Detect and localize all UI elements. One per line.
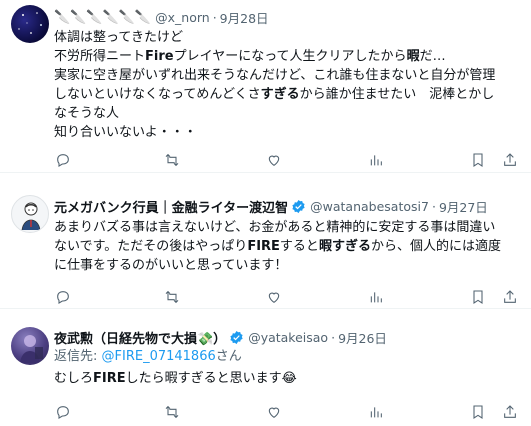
highlighted-text: FIRE bbox=[247, 239, 280, 254]
separator-dot: · bbox=[431, 198, 436, 214]
tweet-2[interactable]: 元メガバンク行員｜金融ライター渡辺智 @watanabesatosi7 · 9月… bbox=[0, 173, 531, 309]
share-icon[interactable] bbox=[501, 288, 519, 306]
username[interactable]: @yatakeisao bbox=[248, 330, 328, 345]
tweet-line: しないといけなくなってめんどくさすぎるから誰か住ませたい 泥棒とかし bbox=[54, 85, 524, 104]
share-icon[interactable] bbox=[501, 403, 519, 421]
timestamp[interactable]: 9月28日 bbox=[220, 8, 269, 27]
timestamp[interactable]: 9月27日 bbox=[439, 197, 488, 216]
highlighted-text: 暇すぎる bbox=[318, 239, 371, 254]
verified-badge-icon[interactable] bbox=[291, 199, 306, 214]
highlighted-text: すぎる bbox=[260, 87, 300, 102]
retweet-icon[interactable] bbox=[163, 403, 181, 421]
tweet-line: むしろFIREしたら暇すぎると思います😂 bbox=[54, 369, 524, 388]
text-segment: プレイヤーになって人生クリアしたから bbox=[173, 49, 407, 64]
bookmark-icon[interactable] bbox=[469, 288, 487, 306]
views-icon[interactable] bbox=[367, 151, 385, 169]
username[interactable]: @watanabesatosi7 bbox=[310, 199, 429, 214]
reply-icon[interactable] bbox=[54, 403, 72, 421]
tweet-line: あまりバズる事は言えないけど、お金があると精神的に安定する事は間違い bbox=[54, 218, 524, 237]
tweet-line: に仕事をするのがいいと思っています！ bbox=[54, 256, 524, 275]
retweet-icon[interactable] bbox=[163, 288, 181, 306]
username[interactable]: @x_norn bbox=[155, 10, 210, 25]
text-segment: すると bbox=[279, 239, 319, 254]
avatar-image bbox=[20, 335, 43, 363]
separator-dot: · bbox=[212, 9, 217, 25]
highlighted-text: 暇 bbox=[406, 49, 420, 64]
text-segment: から誰か住ませたい 泥棒とかし bbox=[299, 87, 495, 102]
verified-badge-icon[interactable] bbox=[229, 330, 244, 345]
reply-context: 返信先: @FIRE_07141866さん bbox=[54, 347, 524, 366]
tweet-text: 体調は整ってきたけど 不労所得ニートFireプレイヤーになって人生クリアしたから暇… bbox=[54, 28, 524, 142]
views-icon[interactable] bbox=[367, 288, 385, 306]
text-segment: 不労所得ニート bbox=[54, 49, 146, 64]
tweet-line: 不労所得ニートFireプレイヤーになって人生クリアしたから暇だ… bbox=[54, 47, 524, 66]
reply-icon[interactable] bbox=[54, 288, 72, 306]
text-segment: なそうな人 bbox=[54, 106, 120, 121]
avatar[interactable] bbox=[11, 5, 49, 43]
text-segment: しないといけなくなってめんどくさ bbox=[54, 87, 261, 102]
reply-mention-link[interactable]: @FIRE_07141866 bbox=[102, 349, 216, 364]
highlighted-text: FIRE bbox=[93, 371, 126, 386]
tweet-line: 実家に空き屋がいずれ出来そうなんだけど、これ誰も住まないと自分が管理 bbox=[54, 66, 524, 85]
tweet-line: 知り合いいないよ・・・ bbox=[54, 123, 524, 142]
text-segment: ないです。ただその後はやっぱり bbox=[54, 239, 248, 254]
retweet-icon[interactable] bbox=[163, 151, 181, 169]
text-segment: 体調は整ってきたけど bbox=[54, 30, 183, 45]
reply-label: 返信先: bbox=[54, 349, 102, 364]
highlighted-text: Fire bbox=[145, 49, 174, 64]
display-name[interactable]: 夜武勲（日経先物で大損💸） bbox=[54, 328, 226, 347]
timestamp[interactable]: 9月26日 bbox=[338, 328, 387, 347]
action-bar bbox=[54, 151, 519, 169]
avatar[interactable] bbox=[11, 195, 49, 233]
like-icon[interactable] bbox=[265, 288, 283, 306]
action-bar bbox=[54, 288, 519, 306]
like-icon[interactable] bbox=[265, 403, 283, 421]
text-segment: したら暇すぎると思います😂 bbox=[125, 371, 297, 386]
avatar-image bbox=[18, 12, 42, 34]
tweet-header: 🔪🔪🔪🔪🔪🔪 @x_norn · 9月28日 bbox=[54, 7, 269, 27]
tweet-header: 元メガバンク行員｜金融ライター渡辺智 @watanabesatosi7 · 9月… bbox=[54, 196, 488, 216]
bookmark-icon[interactable] bbox=[469, 403, 487, 421]
reply-suffix: さん bbox=[215, 349, 242, 364]
tweet-1[interactable]: 🔪🔪🔪🔪🔪🔪 @x_norn · 9月28日 体調は整ってきたけど 不労所得ニート… bbox=[0, 0, 531, 173]
tweet-text: あまりバズる事は言えないけど、お金があると精神的に安定する事は間違い ないです。た… bbox=[54, 218, 524, 275]
tweet-line: ないです。ただその後はやっぱりFIREすると暇すぎるから、個人的には適度 bbox=[54, 237, 524, 256]
text-segment: 知り合いいないよ・・・ bbox=[54, 125, 197, 140]
tweet-line: なそうな人 bbox=[54, 104, 524, 123]
action-bar bbox=[54, 403, 519, 421]
views-icon[interactable] bbox=[367, 403, 385, 421]
like-icon[interactable] bbox=[265, 151, 283, 169]
avatar[interactable] bbox=[11, 327, 49, 365]
avatar-image bbox=[21, 202, 41, 231]
tweet-text: 返信先: @FIRE_07141866さん むしろFIREしたら暇すぎると思いま… bbox=[54, 347, 524, 388]
display-name[interactable]: 🔪🔪🔪🔪🔪🔪 bbox=[54, 10, 151, 25]
tweet-header: 夜武勲（日経先物で大損💸） @yatakeisao · 9月26日 bbox=[54, 327, 387, 347]
text-segment: に仕事をするのがいいと思っています！ bbox=[54, 258, 288, 273]
text-segment: あまりバズる事は言えないけど、お金があると精神的に安定する事は間違い bbox=[54, 220, 496, 235]
separator-dot: · bbox=[331, 329, 336, 345]
bookmark-icon[interactable] bbox=[469, 151, 487, 169]
text-segment: むしろ bbox=[54, 371, 94, 386]
share-icon[interactable] bbox=[501, 151, 519, 169]
tweet-line: 体調は整ってきたけど bbox=[54, 28, 524, 47]
reply-icon[interactable] bbox=[54, 151, 72, 169]
text-segment: から、個人的には適度 bbox=[370, 239, 501, 254]
tweet-3[interactable]: 夜武勲（日経先物で大損💸） @yatakeisao · 9月26日 返信先: @… bbox=[0, 309, 531, 426]
display-name[interactable]: 元メガバンク行員｜金融ライター渡辺智 bbox=[54, 197, 288, 216]
text-segment: だ… bbox=[419, 49, 446, 64]
text-segment: 実家に空き屋がいずれ出来そうなんだけど、これ誰も住まないと自分が管理 bbox=[54, 68, 496, 83]
